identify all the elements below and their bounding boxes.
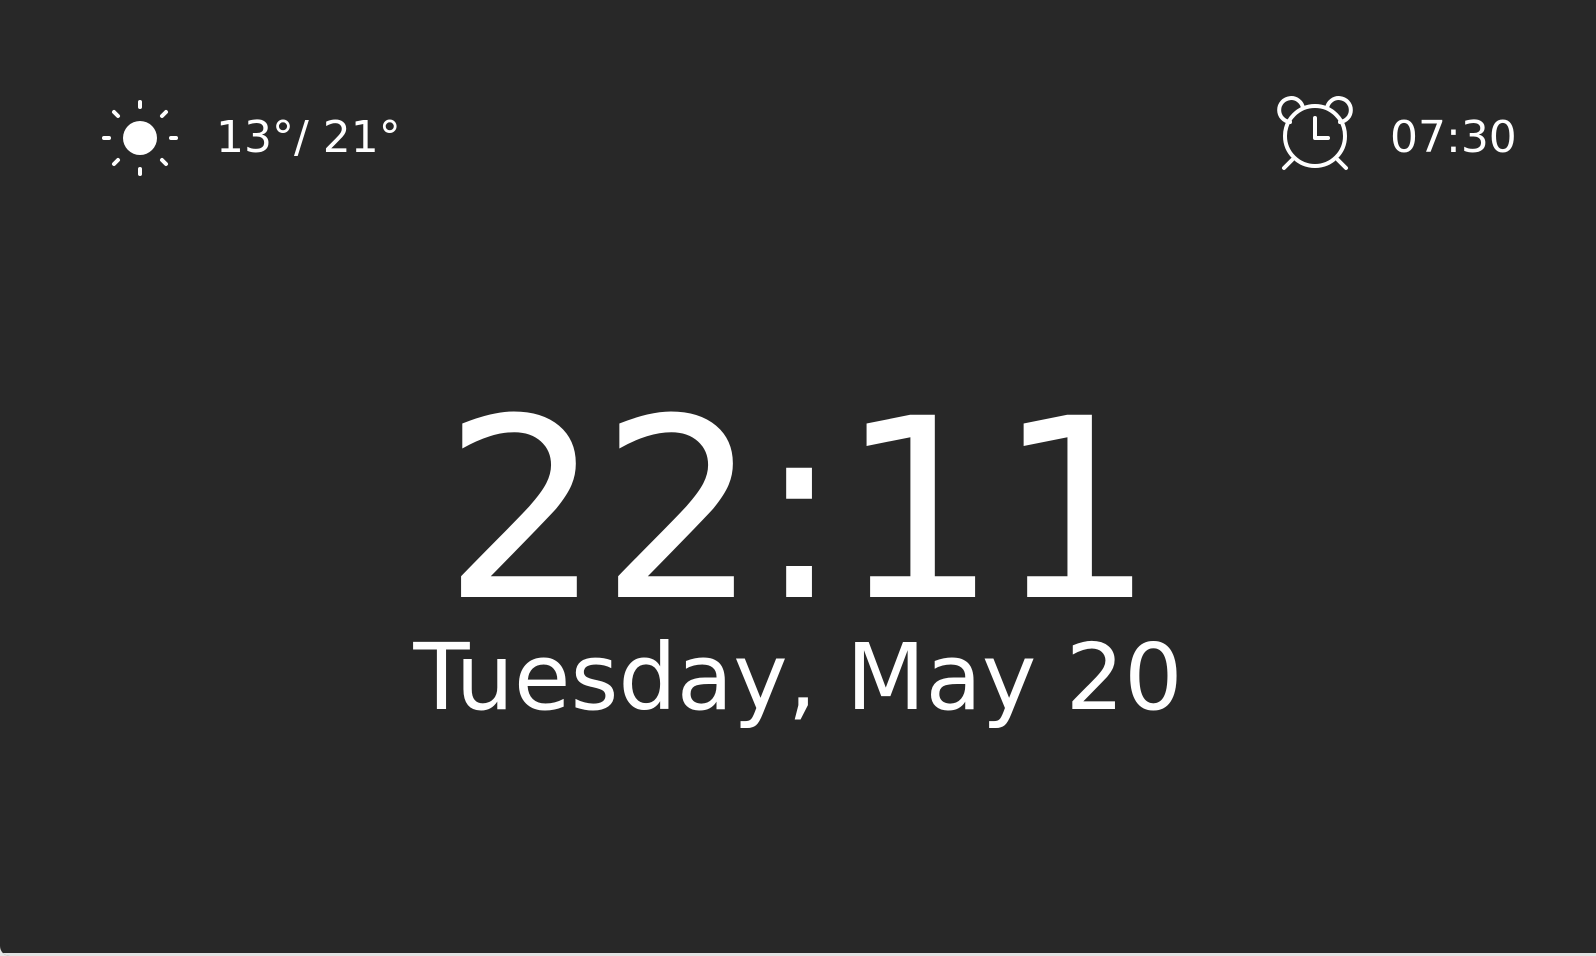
weather-widget[interactable]: 13°/ 21° <box>100 98 401 178</box>
alarm-time: 07:30 <box>1390 112 1517 163</box>
temperature-range: 13°/ 21° <box>216 112 401 163</box>
alarm-widget[interactable]: 07:30 <box>1276 96 1517 180</box>
current-time: 22:11 <box>442 365 1155 656</box>
sun-icon <box>102 100 178 176</box>
alarm-clock-icon <box>1277 96 1353 170</box>
current-date: Tuesday, May 20 <box>413 624 1183 731</box>
clock-screen: 13°/ 21° 07:30 22:11 Tuesday, May 20 <box>0 0 1596 956</box>
